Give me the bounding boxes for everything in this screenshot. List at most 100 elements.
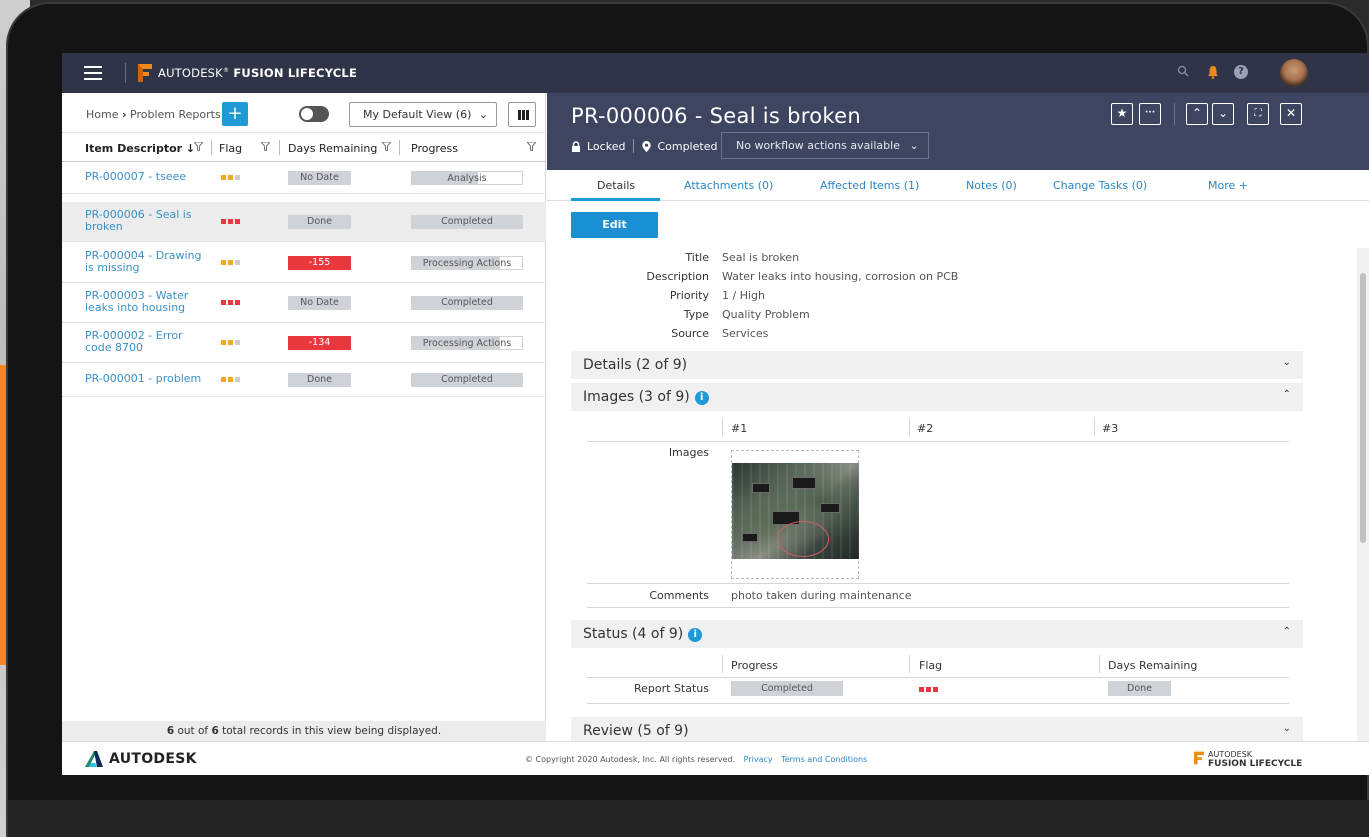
row-item-descriptor[interactable]: PR-000003 - Water leaks into housing <box>85 290 205 314</box>
footer-logo-line1: AUTODESK <box>1208 750 1253 759</box>
chevron-down-icon: ⌄ <box>1282 357 1291 368</box>
record-title: PR-000006 - Seal is broken <box>571 104 861 128</box>
app-brand[interactable]: AUTODESK® FUSION LIFECYCLE <box>158 66 357 80</box>
comments-label: Comments <box>649 589 709 602</box>
add-record-button[interactable]: + <box>222 102 248 126</box>
previous-record-button[interactable]: ⌃ <box>1186 103 1208 125</box>
table-row[interactable]: PR-000001 - problem Done Completed <box>62 363 546 397</box>
tab-affected-items[interactable]: Affected Items (1) <box>820 179 919 192</box>
filter-icon[interactable] <box>194 142 203 151</box>
view-select[interactable]: My Default View (6) ⌄ <box>349 102 497 127</box>
workflow-actions-dropdown[interactable]: No workflow actions available ⌄ <box>721 132 929 159</box>
field-value: 1 / High <box>722 289 765 302</box>
flag-dot <box>221 260 226 265</box>
grid-line <box>587 583 1289 584</box>
circuit-board-photo[interactable] <box>732 463 859 559</box>
field-label: Type <box>683 308 709 321</box>
tab-change-tasks[interactable]: Change Tasks (0) <box>1053 179 1147 192</box>
breadcrumb-home[interactable]: Home <box>86 108 118 121</box>
row-progress-bar: Processing Actions <box>411 256 523 270</box>
section-title: Details (2 of 9) <box>583 357 688 373</box>
notifications-bell-icon[interactable] <box>1207 65 1219 79</box>
col-days-remaining[interactable]: Days Remaining <box>288 142 377 155</box>
col-progress[interactable]: Progress <box>411 142 458 155</box>
chevron-up-icon: ⌃ <box>1282 626 1291 637</box>
filter-icon[interactable] <box>527 142 536 151</box>
user-avatar[interactable] <box>1280 59 1308 87</box>
row-item-descriptor[interactable]: PR-000007 - tseee <box>85 171 205 183</box>
row-days-remaining: Done <box>288 215 351 229</box>
flag-dot <box>235 340 240 345</box>
section-images[interactable]: Images (3 of 9) i ⌃ <box>571 383 1303 411</box>
flag-dot <box>228 340 233 345</box>
row-item-descriptor[interactable]: PR-000002 - Error code 8700 <box>85 330 205 354</box>
row-progress-bar: Completed <box>411 296 523 310</box>
row-item-descriptor-line: PR-000007 - tseee <box>85 170 187 183</box>
row-item-descriptor[interactable]: PR-000004 - Drawing is missing <box>85 250 205 274</box>
table-row[interactable]: PR-000004 - Drawing is missing -155 Process… <box>62 243 546 283</box>
search-icon[interactable] <box>1177 65 1189 77</box>
tab-attachments[interactable]: Attachments (0) <box>684 179 773 192</box>
header-divider <box>1174 103 1175 125</box>
grid-divider <box>722 418 723 436</box>
image-col-header: #1 <box>731 422 748 435</box>
favorite-star-button[interactable]: ★ <box>1111 103 1133 125</box>
next-record-button[interactable]: ⌄ <box>1212 103 1234 125</box>
section-status[interactable]: Status (4 of 9) i ⌃ <box>571 620 1303 648</box>
chevron-down-icon: ⌄ <box>1282 723 1291 734</box>
column-divider <box>211 140 212 155</box>
section-review[interactable]: Review (5 of 9) ⌄ <box>571 717 1303 741</box>
table-row[interactable]: PR-000002 - Error code 8700 -134 Processing… <box>62 323 546 363</box>
menu-icon[interactable] <box>84 66 102 80</box>
chip-graphic <box>742 533 758 542</box>
col-flag[interactable]: Flag <box>219 142 242 155</box>
active-tab-indicator <box>571 198 660 201</box>
autodesk-logo[interactable]: AUTODESK <box>85 751 197 767</box>
filter-icon[interactable] <box>261 142 270 151</box>
chip-graphic <box>752 483 770 493</box>
row-progress-bar: Processing Actions <box>411 336 523 350</box>
table-row[interactable]: PR-000006 - Seal is broken Done Completed <box>62 202 546 242</box>
terms-link[interactable]: Terms and Conditions <box>781 755 867 764</box>
tab-notes[interactable]: Notes (0) <box>966 179 1017 192</box>
columns-button[interactable] <box>508 102 536 127</box>
section-title: Status (4 of 9) <box>583 626 684 642</box>
table-row[interactable]: PR-000003 - Water leaks into housing No Da… <box>62 283 546 323</box>
row-days-remaining: Done <box>288 373 351 387</box>
tab-details[interactable]: Details <box>597 179 635 192</box>
chevron-up-icon: ⌃ <box>1282 389 1291 400</box>
edit-button[interactable]: Edit <box>571 212 658 238</box>
autodesk-logo-text: AUTODESK <box>109 751 197 767</box>
table-row[interactable]: PR-000007 - tseee No Date Analysis <box>62 162 546 194</box>
fullscreen-button[interactable]: ⛶ <box>1247 103 1269 125</box>
comments-value: photo taken during maintenance <box>731 589 912 602</box>
more-options-button[interactable]: ··· <box>1139 103 1161 125</box>
grid-line <box>587 441 1289 442</box>
view-toggle[interactable] <box>299 106 329 122</box>
info-icon[interactable]: i <box>688 628 703 642</box>
row-item-descriptor-line: leaks into housing <box>85 301 186 314</box>
col-item-descriptor-label: Item Descriptor <box>85 142 183 155</box>
section-details[interactable]: Details (2 of 9) ⌄ <box>571 351 1303 379</box>
help-icon[interactable]: ? <box>1234 65 1248 79</box>
footer-text-end: total records in this view being display… <box>218 725 442 737</box>
info-icon[interactable]: i <box>694 391 709 405</box>
scrollbar-thumb[interactable] <box>1360 273 1366 543</box>
image-thumbnail-frame[interactable] <box>731 450 859 579</box>
row-item-descriptor[interactable]: PR-000001 - problem <box>85 373 205 385</box>
filter-icon[interactable] <box>382 142 391 151</box>
scrollbar[interactable] <box>1357 248 1369 741</box>
privacy-link[interactable]: Privacy <box>744 755 773 764</box>
row-item-descriptor[interactable]: PR-000006 - Seal is broken <box>85 209 205 233</box>
footer-text-mid: out of <box>174 725 212 737</box>
lock-label: Locked <box>587 139 626 153</box>
row-days-remaining: No Date <box>288 171 351 185</box>
row-progress-bar: Analysis <box>411 171 523 185</box>
flag-dot <box>235 219 240 224</box>
col-item-descriptor[interactable]: Item Descriptor ↓ <box>85 142 195 155</box>
tab-more[interactable]: More + <box>1208 179 1248 192</box>
workflow-actions-label: No workflow actions available <box>736 139 900 152</box>
breadcrumb-current: Problem Reports <box>130 108 221 121</box>
list-toolbar: Home › Problem Reports + My Default View… <box>62 93 545 133</box>
close-record-button[interactable]: ✕ <box>1280 103 1302 125</box>
